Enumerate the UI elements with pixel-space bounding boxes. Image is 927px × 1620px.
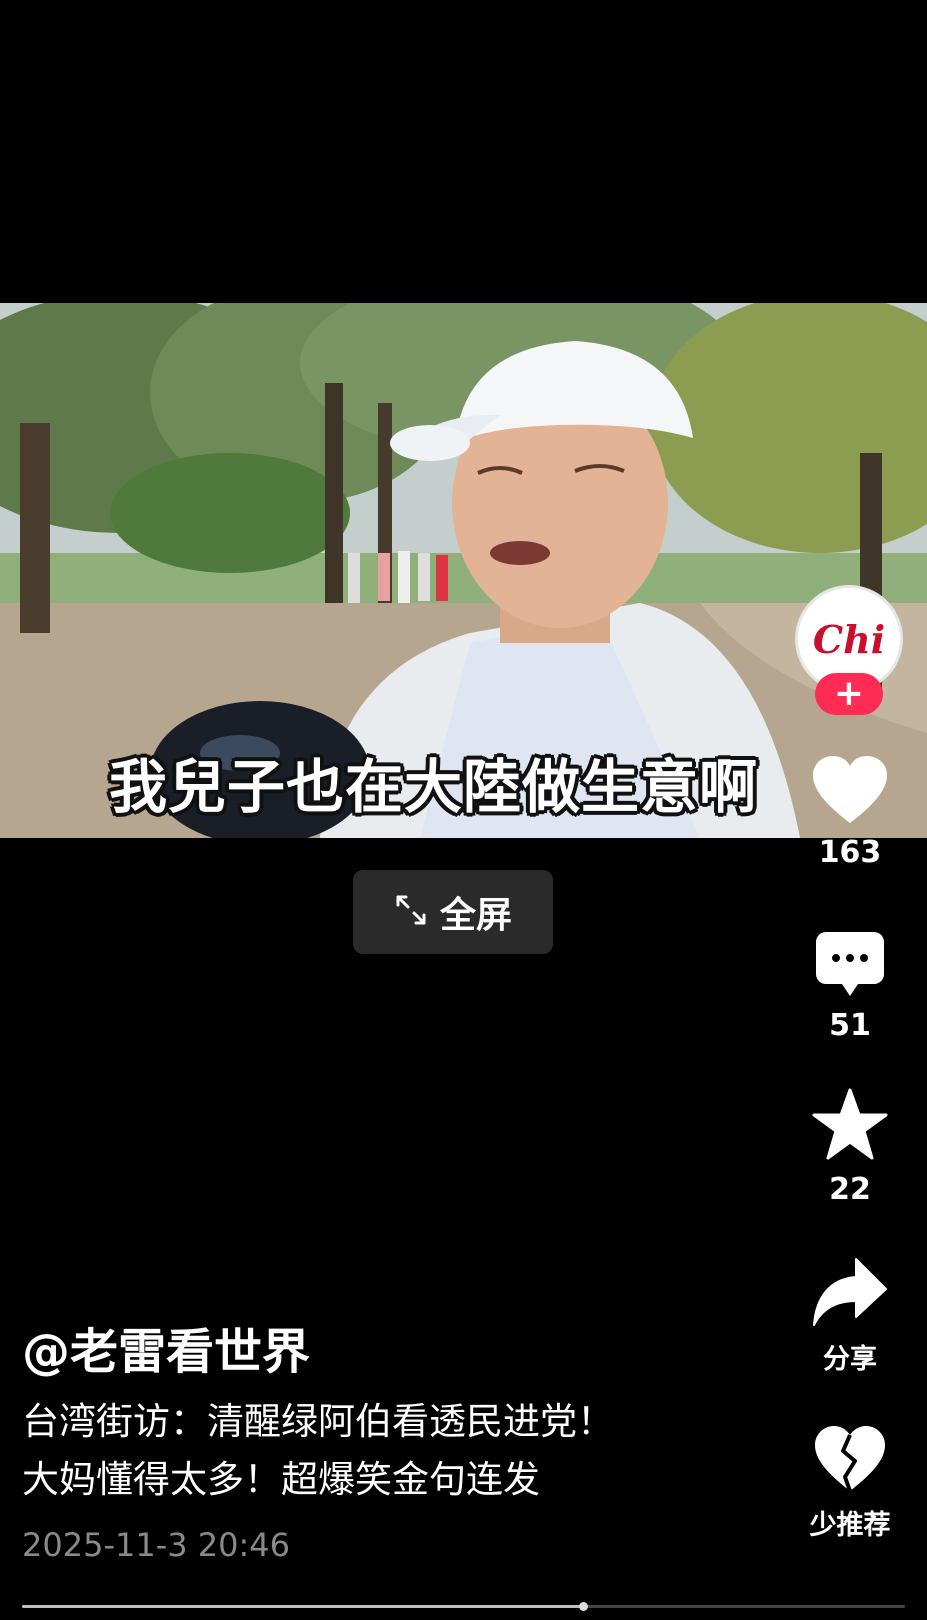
comment-button[interactable]: 51 [790, 930, 910, 1043]
star-icon [812, 1088, 888, 1166]
broken-heart-icon [813, 1426, 887, 1497]
favorite-count: 22 [829, 1172, 871, 1207]
description-line-2: 大妈懂得太多！超爆笑金句连发 [22, 1458, 540, 1501]
fullscreen-label: 全屏 [439, 895, 512, 936]
progress-fill [22, 1605, 583, 1608]
description-line-1: 台湾街访：清醒绿阿伯看透民进党！ [22, 1400, 614, 1443]
share-button[interactable]: 分享 [790, 1257, 910, 1376]
like-button[interactable]: 163 [790, 755, 910, 870]
heart-icon [811, 756, 889, 829]
favorite-button[interactable]: 22 [790, 1088, 910, 1207]
video-subtitle: 我兒子也在大陸做生意啊 [108, 753, 758, 821]
post-description: 台湾街访：清醒绿阿伯看透民进党！ 大妈懂得太多！超爆笑金句连发 [22, 1393, 614, 1509]
not-interested-label: 少推荐 [809, 1510, 891, 1541]
comment-icon [814, 932, 886, 1002]
share-label: 分享 [823, 1344, 877, 1375]
expand-icon [394, 893, 428, 931]
not-interested-button[interactable]: 少推荐 [790, 1425, 910, 1542]
follow-button[interactable]: + [815, 673, 883, 715]
progress-knob[interactable] [578, 1602, 588, 1611]
fullscreen-button[interactable]: 全屏 [353, 870, 553, 954]
post-date: 2025-11-3 20:46 [22, 1526, 290, 1564]
avatar-logo-text: Chi [812, 616, 886, 662]
playback-progress-bar[interactable] [22, 1602, 905, 1611]
like-count: 163 [818, 835, 882, 870]
share-icon [812, 1258, 888, 1331]
author-name[interactable]: @老雷看世界 [22, 1312, 310, 1382]
comment-count: 51 [829, 1008, 871, 1043]
